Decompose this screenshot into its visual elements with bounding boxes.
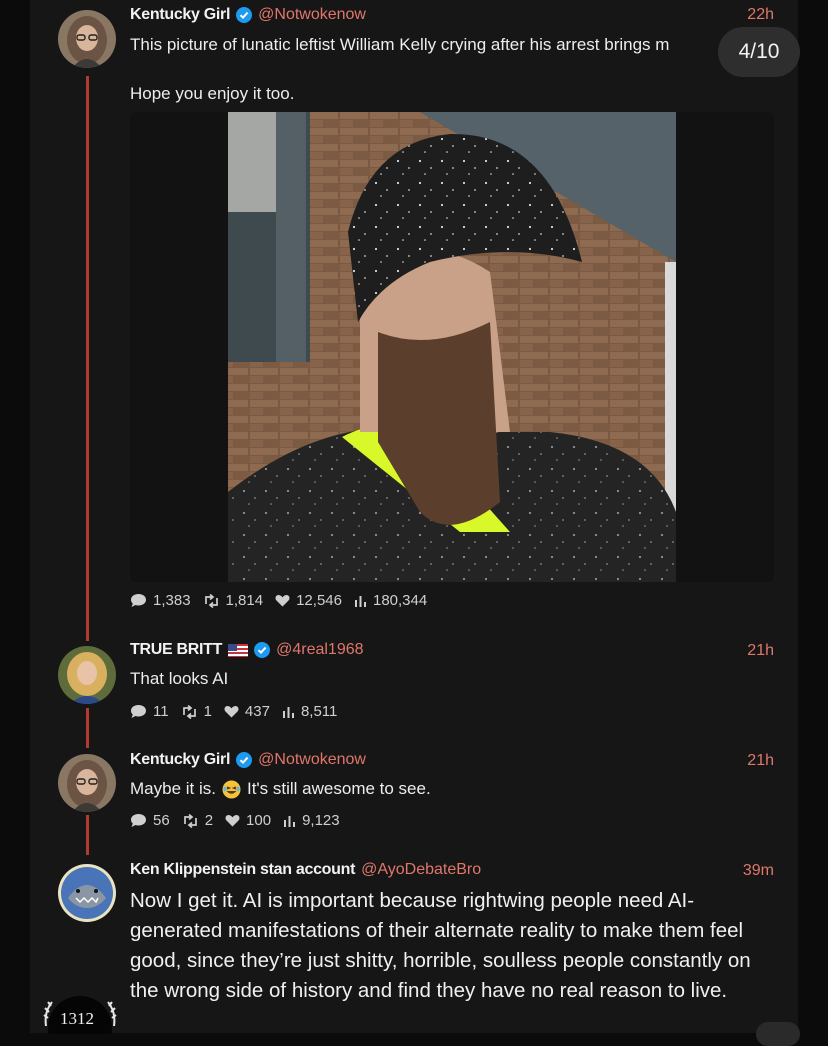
views-stat[interactable]: 9,123 [283,812,340,829]
repost-stat[interactable]: 2 [182,812,213,829]
badge-label: 1312 [60,1009,94,1028]
view-count: 180,344 [372,592,428,609]
bar-chart-icon [282,707,294,718]
tweet-text: Maybe it is. It's still awesome to see. [130,779,431,799]
like-stat[interactable]: 100 [225,812,271,829]
reply-stat[interactable]: 11 [130,703,169,720]
speech-bubble-icon [131,594,146,607]
heart-icon [225,815,240,827]
tweet-text: That looks AI [130,669,229,688]
thread-connector [86,708,89,748]
avatar-kentucky-girl[interactable] [58,10,116,68]
like-stat[interactable]: 437 [224,703,270,720]
thread-connector [86,815,89,855]
repost-count: 1 [203,703,212,720]
verified-check-icon [236,752,253,768]
verified-check-icon [236,7,253,23]
display-name[interactable]: Ken Klippenstein stan account [130,861,355,879]
tweet-timestamp[interactable]: 39m [743,862,774,880]
view-count: 8,511 [300,703,338,720]
tweet-stats: 1,383 1,814 12,546 180,344 [130,592,431,609]
display-name[interactable]: Kentucky Girl [130,751,230,769]
user-handle[interactable]: @4real1968 [276,641,363,659]
like-count: 437 [244,703,270,720]
reply-count: 11 [153,703,169,720]
display-name[interactable]: Kentucky Girl [130,6,230,24]
tweet-text-part: It's still awesome to see. [246,779,431,798]
repost-count: 1,814 [225,592,264,609]
user-handle[interactable]: @Notwokenow [258,751,366,769]
heart-icon [224,706,239,718]
tweet-text: This picture of lunatic leftist William … [130,35,670,54]
reply-stat[interactable]: 56 [130,812,170,829]
tweet-text-part: Maybe it is. [130,779,216,798]
tweet-media-photo[interactable] [130,112,774,582]
heart-icon [275,595,290,607]
views-stat[interactable]: 180,344 [354,592,427,609]
display-name[interactable]: TRUE BRITT [130,641,222,659]
tweet-timestamp[interactable]: 21h [747,642,774,660]
us-flag-icon [228,643,249,657]
bar-chart-icon [284,816,296,827]
user-handle[interactable]: @AyoDebateBro [361,861,481,879]
laughing-emoji-icon [222,780,241,798]
tweet-header: Kentucky Girl @Notwokenow [130,6,366,24]
laurel-badge: 1312 [38,994,122,1046]
user-handle[interactable]: @Notwokenow [258,6,366,24]
view-count: 9,123 [302,812,340,829]
reply-stat[interactable]: 1,383 [130,592,191,609]
thread-connector [86,76,89,641]
avatar-ayo-debate-bro[interactable] [58,864,116,922]
like-count: 100 [246,812,272,829]
tweet-header: TRUE BRITT @4real1968 [130,641,364,659]
repost-stat[interactable]: 1,814 [203,592,264,609]
avatar-kentucky-girl[interactable] [58,754,116,812]
repost-arrows-icon [182,704,196,719]
verified-check-icon [254,642,271,658]
speech-bubble-icon [131,705,146,718]
reply-count: 1,383 [153,592,191,609]
reply-count: 56 [153,812,170,829]
bar-chart-icon [354,596,366,607]
tweet-header: Ken Klippenstein stan account @AyoDebate… [130,861,481,879]
tweet-stats: 56 2 100 9,123 [130,812,344,829]
repost-count: 2 [204,812,214,829]
like-stat[interactable]: 12,546 [275,592,342,609]
repost-arrows-icon [204,593,218,608]
repost-stat[interactable]: 1 [181,703,212,720]
like-count: 12,546 [296,592,342,609]
avatar-true-britt[interactable] [58,646,116,704]
tweet-timestamp[interactable]: 21h [747,752,774,770]
tweet-text: Hope you enjoy it too. [130,84,295,103]
page-counter: 4/10 [718,27,800,77]
speech-bubble-icon [131,814,146,827]
tweet-timestamp[interactable]: 22h [747,6,774,24]
tweet-stats: 11 1 437 8,511 [130,703,341,720]
tweet-text: Now I get it. AI is important because ri… [130,889,751,1002]
repost-arrows-icon [183,813,197,828]
views-stat[interactable]: 8,511 [282,703,337,720]
scroll-indicator[interactable] [756,1022,800,1046]
tweet-header: Kentucky Girl @Notwokenow [130,751,366,769]
